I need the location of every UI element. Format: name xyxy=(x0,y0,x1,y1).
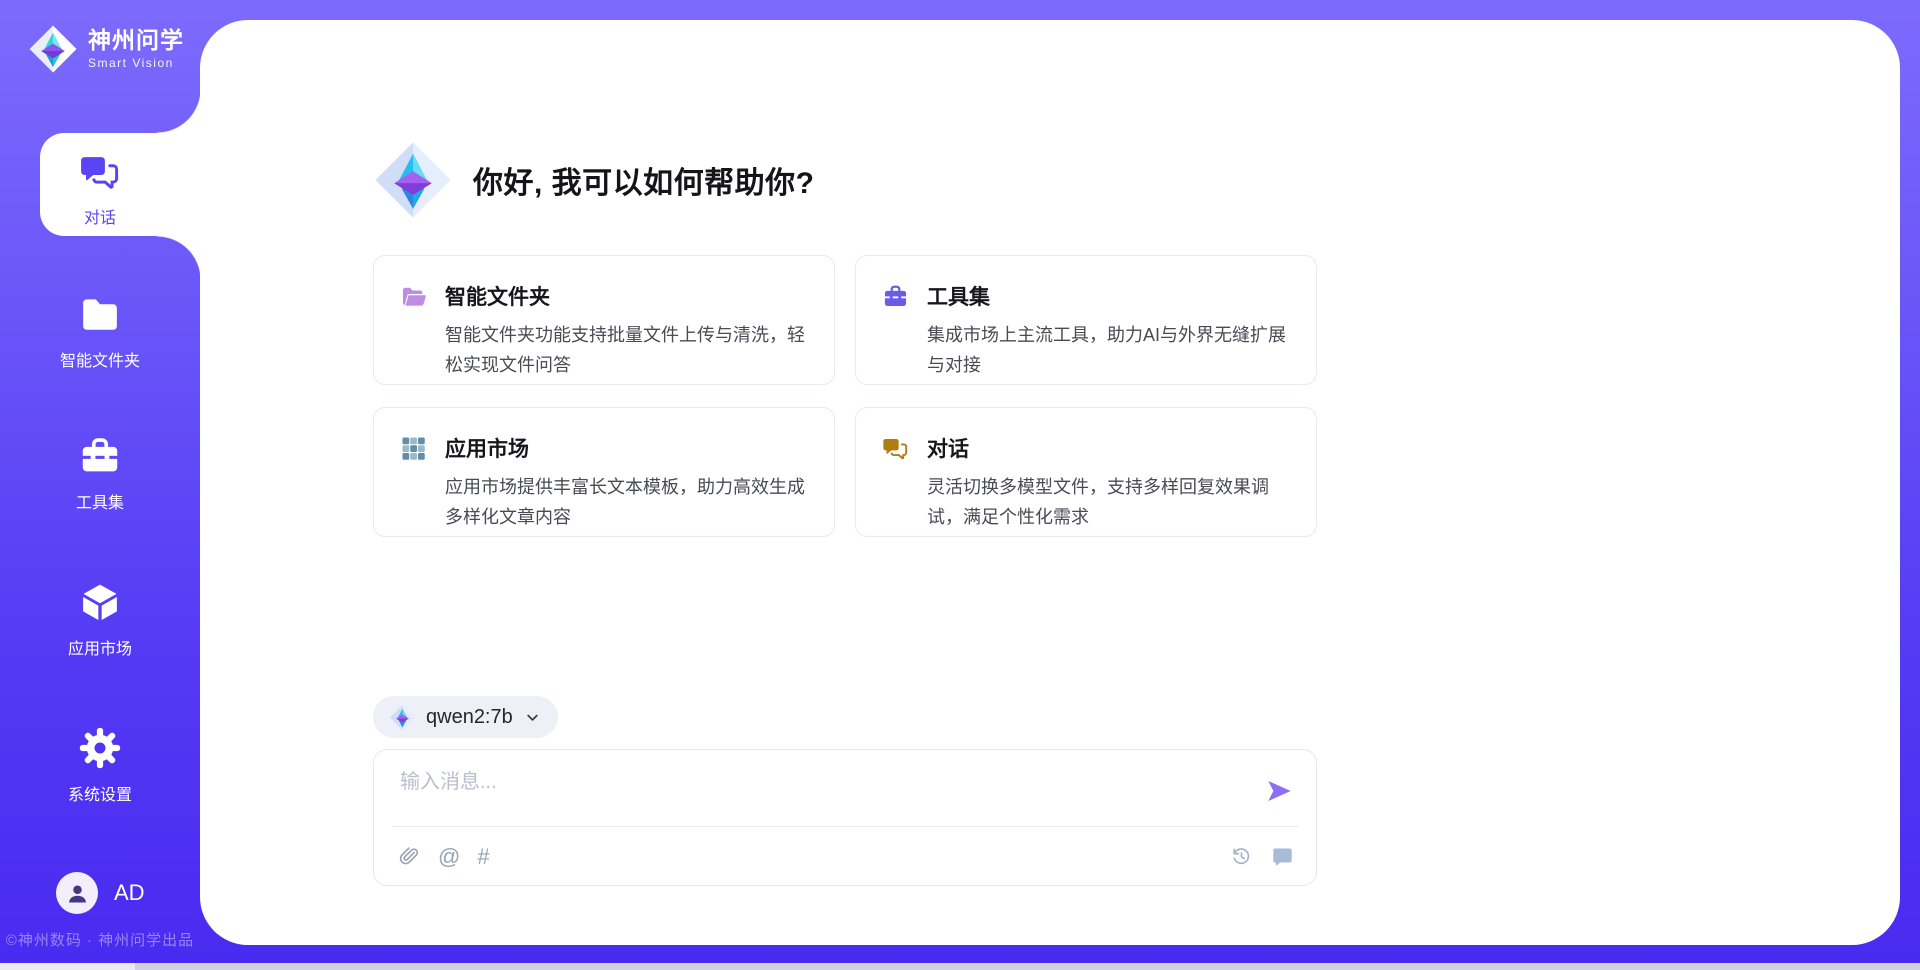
brand-name: 神州问学 xyxy=(88,28,184,53)
folder-open-icon xyxy=(400,283,427,310)
sidebar-item-label: 应用市场 xyxy=(0,635,200,659)
brand-logo: 神州问学 Smart Vision xyxy=(28,24,184,74)
brand-subtitle: Smart Vision xyxy=(88,56,184,70)
hash-icon: # xyxy=(477,845,489,868)
model-name: qwen2:7b xyxy=(426,706,513,729)
toolbox-icon xyxy=(78,434,122,478)
hero-gem-icon xyxy=(373,140,453,220)
toolbar-left: @ # xyxy=(398,845,490,868)
history-icon xyxy=(1230,845,1253,868)
bottom-strip xyxy=(0,963,1920,970)
model-gem-icon xyxy=(389,704,416,731)
card-title: 智能文件夹 xyxy=(445,281,550,311)
app-window: 神州问学 Smart Vision 对话 智能文件夹 工具集 应用市场 系统设置 xyxy=(0,0,1920,970)
message-input[interactable] xyxy=(400,765,1240,821)
model-selector[interactable]: qwen2:7b xyxy=(373,696,558,738)
user-menu[interactable]: AD xyxy=(56,872,145,914)
send-icon xyxy=(1265,777,1293,805)
toolbar-right xyxy=(1230,845,1294,868)
sidebar-item-app-market[interactable]: 应用市场 xyxy=(0,580,200,659)
card-header: 工具集 xyxy=(882,281,1294,311)
toolbox-icon xyxy=(882,283,909,310)
sidebar-item-chat[interactable]: 对话 xyxy=(0,151,200,228)
sidebar-item-smart-folder[interactable]: 智能文件夹 xyxy=(0,292,200,371)
user-initials: AD xyxy=(114,880,145,906)
message-composer: @ # xyxy=(373,749,1317,886)
at-icon: @ xyxy=(438,845,460,868)
chat-bubble-icon xyxy=(1271,845,1294,868)
card-toolset[interactable]: 工具集 集成市场上主流工具，助力AI与外界无缝扩展与对接 xyxy=(855,255,1317,385)
mention-button[interactable]: @ xyxy=(438,845,460,868)
brand-gem-icon xyxy=(28,24,78,74)
bottom-strip-segment xyxy=(0,963,135,970)
folder-icon xyxy=(78,292,122,336)
sidebar-item-label: 系统设置 xyxy=(0,781,200,805)
history-button[interactable] xyxy=(1230,845,1253,868)
card-description: 智能文件夹功能支持批量文件上传与清洗，轻松实现文件问答 xyxy=(445,320,812,380)
new-chat-button[interactable] xyxy=(1271,845,1294,868)
paperclip-icon xyxy=(398,845,421,868)
sidebar-item-settings[interactable]: 系统设置 xyxy=(0,726,200,805)
grid-icon xyxy=(400,435,427,462)
chevron-down-icon xyxy=(523,708,542,727)
attach-button[interactable] xyxy=(398,845,421,868)
card-header: 智能文件夹 xyxy=(400,281,812,311)
feature-cards: 智能文件夹 智能文件夹功能支持批量文件上传与清洗，轻松实现文件问答 工具集 集成… xyxy=(373,255,1317,537)
topic-button[interactable]: # xyxy=(477,845,489,868)
avatar xyxy=(56,872,98,914)
card-app-market[interactable]: 应用市场 应用市场提供丰富长文本模板，助力高效生成多样化文章内容 xyxy=(373,407,835,537)
sidebar-item-label: 智能文件夹 xyxy=(0,347,200,371)
sidebar-item-label: 工具集 xyxy=(0,489,200,513)
card-title: 对话 xyxy=(927,433,969,463)
send-button[interactable] xyxy=(1264,777,1294,807)
chat-icon xyxy=(882,435,909,462)
composer-toolbar: @ # xyxy=(398,827,1294,885)
sidebar: 神州问学 Smart Vision 对话 智能文件夹 工具集 应用市场 系统设置 xyxy=(0,0,200,970)
hero: 你好, 我可以如何帮助你? xyxy=(373,140,815,220)
sidebar-item-toolset[interactable]: 工具集 xyxy=(0,434,200,513)
card-chat[interactable]: 对话 灵活切换多模型文件，支持多样回复效果调试，满足个性化需求 xyxy=(855,407,1317,537)
card-description: 应用市场提供丰富长文本模板，助力高效生成多样化文章内容 xyxy=(445,472,812,532)
brand-text: 神州问学 Smart Vision xyxy=(88,28,184,70)
card-description: 灵活切换多模型文件，支持多样回复效果调试，满足个性化需求 xyxy=(927,472,1294,532)
greeting-text: 你好, 我可以如何帮助你? xyxy=(473,158,815,202)
card-title: 工具集 xyxy=(927,281,990,311)
copyright-footer: ©神州数码 · 神州问学出品 xyxy=(0,929,200,950)
card-description: 集成市场上主流工具，助力AI与外界无缝扩展与对接 xyxy=(927,320,1294,380)
card-header: 对话 xyxy=(882,433,1294,463)
card-header: 应用市场 xyxy=(400,433,812,463)
sidebar-item-label: 对话 xyxy=(0,204,200,228)
cube-icon xyxy=(78,580,122,624)
chat-icon xyxy=(79,151,121,193)
gear-icon xyxy=(78,726,122,770)
person-icon xyxy=(65,881,90,906)
card-smart-folder[interactable]: 智能文件夹 智能文件夹功能支持批量文件上传与清洗，轻松实现文件问答 xyxy=(373,255,835,385)
card-title: 应用市场 xyxy=(445,433,529,463)
